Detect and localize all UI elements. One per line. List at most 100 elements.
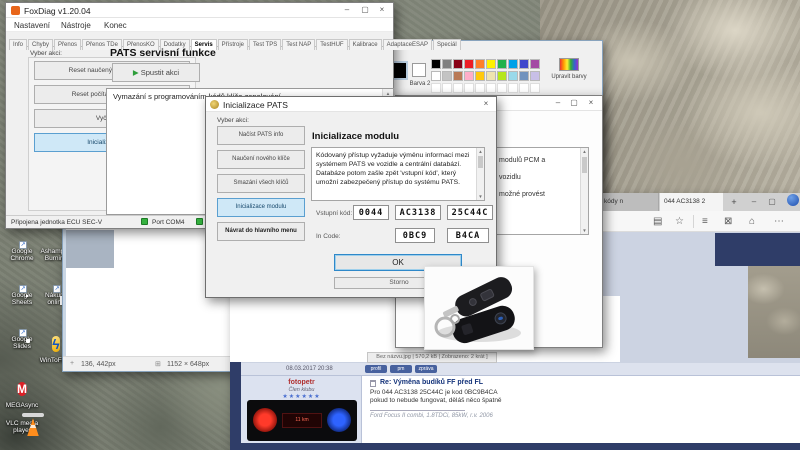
minimize-button[interactable]: – — [550, 96, 566, 110]
adapter-led — [196, 218, 203, 225]
desktop-icon-megasync[interactable]: M MEGAsync — [2, 378, 42, 409]
color-swatch[interactable] — [486, 71, 496, 81]
init-module-button[interactable]: Inicializace modulu — [217, 198, 305, 217]
edit-colors-button[interactable]: Upravit barvy — [545, 74, 593, 81]
run-action-button[interactable]: ▶ Spustit akci — [112, 63, 200, 82]
color-swatch[interactable] — [530, 71, 540, 81]
paint-color2-swatch[interactable] — [412, 63, 426, 77]
outcode-field-3[interactable]: 25C44C — [447, 205, 493, 220]
foxdiag-tab[interactable]: Přístroje — [218, 39, 248, 50]
tab-title: kódy n — [604, 198, 623, 205]
new-tab-button[interactable]: + — [727, 193, 741, 211]
close-button[interactable]: × — [374, 3, 390, 17]
color-swatch[interactable] — [497, 83, 507, 93]
color-swatch[interactable] — [475, 71, 485, 81]
foxdiag-tab[interactable]: AdaptaceESAP — [383, 39, 432, 50]
hub-icon[interactable]: ≡ — [702, 211, 708, 232]
menu-nastroje[interactable]: Nástroje — [61, 21, 91, 30]
outcode-field-2[interactable]: AC3138 — [395, 205, 441, 220]
close-button[interactable]: × — [583, 96, 599, 110]
incode-field-1[interactable]: 0BC9 — [395, 228, 435, 243]
scroll-down-icon[interactable]: ▼ — [477, 193, 484, 200]
color-swatch[interactable] — [486, 83, 496, 93]
foxdiag-tab[interactable]: Test NAP — [282, 39, 315, 50]
document-scrollbar[interactable]: ▲ ▼ — [580, 148, 588, 234]
dialog-titlebar[interactable]: Inicializace PATS × — [206, 97, 496, 112]
incode-field-2[interactable]: B4CA — [447, 228, 489, 243]
color-swatch[interactable] — [453, 59, 463, 69]
close-button[interactable]: × — [478, 97, 494, 111]
scrollbar-thumb[interactable] — [582, 157, 587, 173]
scroll-down-icon[interactable]: ▼ — [581, 227, 588, 234]
color-swatch[interactable] — [464, 83, 474, 93]
minimize-button[interactable]: – — [339, 3, 355, 17]
menu-konec[interactable]: Konec — [104, 21, 127, 30]
color-swatch[interactable] — [497, 71, 507, 81]
shortcut-arrow-icon: ↗ — [19, 241, 27, 249]
car-keys-photo — [424, 266, 534, 350]
outcode-field-1[interactable]: 0044 — [353, 205, 389, 220]
paint-palette-row3 — [431, 83, 540, 93]
message-button[interactable]: zpráva — [415, 365, 437, 373]
learn-new-key-button[interactable]: Naučení nového klíče — [217, 150, 305, 169]
web-note-icon[interactable]: ⊠ — [724, 211, 732, 232]
maximize-button[interactable]: ▢ — [566, 96, 582, 110]
scrollbar-thumb[interactable] — [478, 156, 483, 168]
color-swatch[interactable] — [519, 83, 529, 93]
maximize-button[interactable]: ▢ — [357, 3, 373, 17]
reading-view-icon[interactable]: ▤ — [653, 211, 662, 232]
edge-tab-1[interactable]: kódy n — [600, 193, 659, 211]
foxdiag-tab[interactable]: Speciál — [433, 39, 461, 50]
color-swatch[interactable] — [486, 59, 496, 69]
foxdiag-tab[interactable]: Přenos — [54, 39, 81, 50]
foxdiag-tab[interactable]: Chyby — [28, 39, 53, 50]
post-title[interactable]: Re: Výměna budíků FF před FL — [380, 379, 483, 386]
color-swatch[interactable] — [508, 83, 518, 93]
color-swatch[interactable] — [530, 59, 540, 69]
maximize-button[interactable]: ▢ — [764, 195, 780, 209]
author-name[interactable]: fotopetr — [241, 379, 362, 386]
dashboard-thumbnail[interactable]: 11 km — [247, 400, 357, 441]
color-swatch[interactable] — [508, 71, 518, 81]
color-swatch[interactable] — [530, 83, 540, 93]
color-swatch[interactable] — [464, 59, 474, 69]
foxdiag-tab[interactable]: Kalibrace — [349, 39, 382, 50]
profile-button[interactable]: profil — [365, 365, 387, 373]
color-swatch[interactable] — [519, 71, 529, 81]
favorites-star-icon[interactable]: ☆ — [675, 211, 684, 232]
color-swatch[interactable] — [464, 71, 474, 81]
dialog-scrollbar[interactable]: ▲ ▼ — [476, 148, 484, 200]
erase-all-keys-button[interactable]: Smazání všech klíčů — [217, 174, 305, 193]
color-swatch[interactable] — [442, 59, 452, 69]
desktop-icon-vlc[interactable]: VLC media player — [2, 418, 42, 434]
document-textarea[interactable]: modulů PCM a vozidlu možné provést ▲ ▼ — [493, 147, 589, 235]
color-swatch[interactable] — [497, 59, 507, 69]
foxdiag-tab[interactable]: TestHUF — [316, 39, 347, 50]
color-swatch[interactable] — [431, 83, 441, 93]
foxdiag-titlebar[interactable]: FoxDiag v1.20.04 – ▢ × — [6, 3, 393, 18]
minimize-button[interactable]: – — [746, 195, 762, 209]
color-swatch[interactable] — [519, 59, 529, 69]
attachment-caption[interactable]: Bez názvu.jpg | 570,2 kB | Zobrazeno: 2 … — [367, 352, 497, 363]
scroll-up-icon[interactable]: ▲ — [477, 148, 484, 155]
color-swatch[interactable] — [442, 71, 452, 81]
color-swatch[interactable] — [431, 71, 441, 81]
share-icon[interactable]: ⌂ — [749, 211, 755, 232]
foxdiag-tab[interactable]: Test TPS — [249, 39, 281, 50]
color-swatch[interactable] — [453, 83, 463, 93]
color-swatch[interactable] — [453, 71, 463, 81]
color-swatch[interactable] — [475, 59, 485, 69]
color-swatch[interactable] — [508, 59, 518, 69]
read-pats-info-button[interactable]: Načíst PATS info — [217, 126, 305, 145]
color-swatch[interactable] — [431, 59, 441, 69]
edge-tab-2-active[interactable]: 044 AC3138 2 — [660, 193, 723, 211]
color-swatch[interactable] — [475, 83, 485, 93]
more-options-icon[interactable]: ⋯ — [774, 211, 784, 232]
color-swatch[interactable] — [442, 83, 452, 93]
menu-nastaveni[interactable]: Nastavení — [14, 21, 50, 30]
foxdiag-tab[interactable]: Info — [9, 39, 27, 50]
return-to-menu-button[interactable]: Návrat do hlavního menu — [217, 222, 305, 241]
edit-colors-icon[interactable] — [559, 58, 579, 71]
pm-button[interactable]: pm — [390, 365, 412, 373]
scroll-up-icon[interactable]: ▲ — [581, 148, 588, 155]
